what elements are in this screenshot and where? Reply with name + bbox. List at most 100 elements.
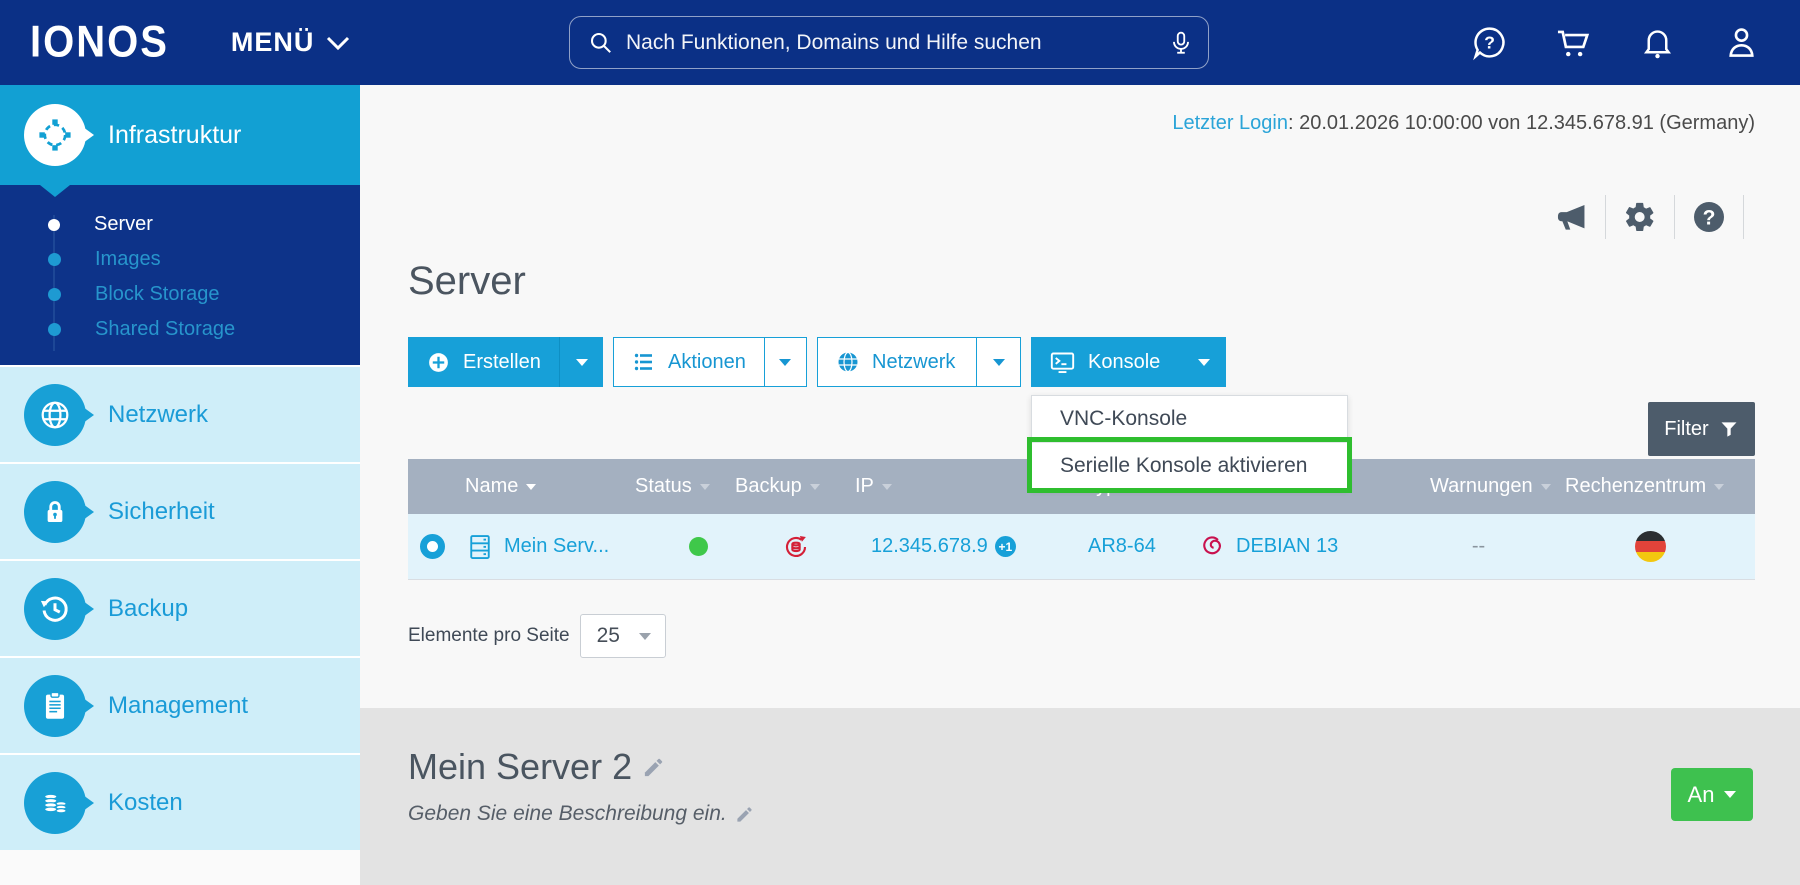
menu-item-vnc-konsole[interactable]: VNC-Konsole [1032, 396, 1347, 442]
infrastructure-submenu: Server Images Block Storage Shared Stora… [0, 185, 360, 365]
actions-button[interactable]: Aktionen [613, 337, 807, 387]
bullet-icon [48, 253, 61, 266]
sidebar-item-block-storage[interactable]: Block Storage [0, 277, 360, 312]
items-per-page-select[interactable]: 25 [579, 614, 666, 658]
main-content: Letzter Login: 20.01.2026 10:00:00 von 1… [360, 85, 1800, 885]
backup-clock-icon [24, 577, 86, 640]
server-description-placeholder: Geben Sie eine Beschreibung ein. [408, 802, 727, 825]
sidebar-section-netzwerk[interactable]: Netzwerk [0, 365, 360, 462]
last-login-link[interactable]: Letzter Login [1172, 112, 1288, 134]
column-header-rechenzentrum[interactable]: Rechenzentrum [1546, 475, 1755, 498]
column-label: IP [855, 475, 874, 497]
globe-icon [836, 350, 860, 374]
column-header-warnungen[interactable]: Warnungen [1411, 475, 1551, 498]
console-button[interactable]: Konsole VNC-Konsole Serielle Konsole akt… [1027, 337, 1352, 493]
menu-item-serielle-konsole-aktivieren[interactable]: Serielle Konsole aktivieren [1027, 437, 1352, 493]
sidebar-section-label: Kosten [108, 788, 183, 816]
actions-dropdown-arrow[interactable] [763, 338, 806, 386]
microphone-icon[interactable] [1168, 29, 1194, 57]
ionos-logo[interactable]: IONOS [30, 17, 169, 67]
radio-selected-icon[interactable] [419, 534, 445, 559]
sidebar-item-label: Block Storage [95, 283, 220, 305]
server-detail-panel: Mein Server 2 Geben Sie eine Beschreibun… [360, 708, 1800, 885]
edit-name-pencil-icon[interactable] [642, 756, 665, 779]
server-toolbar: Erstellen Aktionen Netzwerk Konsole VNC-… [408, 337, 1755, 493]
button-label: Konsole [1088, 350, 1161, 373]
notifications-bell-icon[interactable] [1638, 24, 1676, 62]
announcements-megaphone-icon[interactable] [1548, 195, 1594, 239]
sidebar-section-backup[interactable]: Backup [0, 559, 360, 656]
infrastructure-icon [24, 104, 86, 166]
network-dropdown-arrow[interactable] [976, 338, 1020, 386]
divider [1605, 195, 1606, 239]
console-monitor-icon [1049, 349, 1076, 376]
button-label: Netzwerk [872, 350, 956, 373]
server-table-row[interactable]: Mein Serv... 12.345.678.9 +1 AR8-64 DEBI… [408, 514, 1755, 580]
column-header-status[interactable]: Status [626, 475, 726, 498]
column-header-backup[interactable]: Backup [726, 475, 836, 498]
create-dropdown-arrow[interactable] [559, 337, 603, 387]
filter-button[interactable]: Filter [1648, 402, 1755, 456]
sidebar-item-server[interactable]: Server [0, 207, 360, 242]
last-login-line: Letzter Login: 20.01.2026 10:00:00 von 1… [408, 85, 1755, 135]
search-icon [588, 30, 614, 56]
os-cell: DEBIAN 13 [1181, 533, 1411, 560]
sidebar-item-label: Server [94, 213, 153, 235]
page-quick-actions: ? [408, 195, 1755, 239]
list-icon [632, 350, 656, 374]
filter-label: Filter [1664, 417, 1709, 440]
account-user-icon[interactable] [1722, 24, 1760, 62]
ip-address-link[interactable]: 12.345.678.9 [871, 535, 988, 558]
page-title: Server [408, 259, 526, 303]
server-detail-title: Mein Server 2 [408, 746, 633, 787]
network-icon [24, 383, 86, 446]
menu-label: MENÜ [230, 27, 315, 57]
topbar-icon-group: ? [1470, 0, 1760, 85]
server-rack-icon [465, 531, 495, 563]
search-input[interactable] [626, 30, 1168, 55]
cart-icon[interactable] [1554, 24, 1592, 62]
search-box[interactable] [569, 16, 1209, 69]
power-state-label: An [1687, 781, 1715, 807]
backup-restore-icon[interactable] [781, 532, 811, 562]
security-lock-icon [24, 480, 86, 543]
os-name-link[interactable]: DEBIAN 13 [1236, 535, 1338, 558]
sidebar-item-shared-storage[interactable]: Shared Storage [0, 312, 360, 347]
button-label: Erstellen [463, 350, 541, 373]
column-header-name[interactable]: Name [456, 475, 626, 498]
sidebar-section-label: Backup [108, 594, 189, 622]
sidebar-section-sicherheit[interactable]: Sicherheit [0, 462, 360, 559]
menu-toggle[interactable]: MENÜ [231, 27, 351, 58]
costs-coins-icon [24, 771, 86, 834]
status-cell [626, 537, 726, 556]
power-state-button[interactable]: An [1671, 768, 1753, 821]
warnings-value: -- [1471, 535, 1486, 557]
sidebar-section-label: Netzwerk [108, 400, 209, 428]
sidebar-section-kosten[interactable]: Kosten [0, 753, 360, 850]
row-select-cell [408, 534, 456, 559]
settings-gear-icon[interactable] [1617, 195, 1663, 239]
network-button[interactable]: Netzwerk [817, 337, 1021, 387]
sidebar-item-label: Shared Storage [95, 318, 236, 340]
type-cell: AR8-64 [1066, 535, 1181, 558]
create-button[interactable]: Erstellen [408, 337, 603, 387]
sidebar-section-infrastruktur[interactable]: Infrastruktur [0, 85, 360, 185]
sort-icon [809, 483, 820, 490]
chevron-down-icon [326, 35, 350, 51]
germany-flag-icon [1635, 531, 1666, 562]
server-name-link[interactable]: Mein Serv... [504, 535, 609, 558]
button-label: Aktionen [668, 350, 746, 373]
sidebar-section-label: Infrastruktur [108, 120, 242, 149]
sidebar-item-images[interactable]: Images [0, 242, 360, 277]
svg-text:?: ? [1484, 33, 1495, 53]
console-dropdown-menu: VNC-Konsole Serielle Konsole aktivieren [1027, 395, 1352, 493]
plus-circle-icon [426, 350, 451, 375]
edit-description-pencil-icon[interactable] [735, 805, 754, 824]
help-question-icon[interactable]: ? [1686, 195, 1732, 239]
chevron-down-icon [1724, 791, 1737, 798]
console-dropdown-arrow[interactable] [1182, 337, 1226, 387]
additional-ip-badge[interactable]: +1 [994, 536, 1016, 557]
sidebar-section-management[interactable]: Management [0, 656, 360, 753]
column-label: Backup [735, 475, 802, 497]
help-chat-icon[interactable]: ? [1470, 24, 1508, 62]
